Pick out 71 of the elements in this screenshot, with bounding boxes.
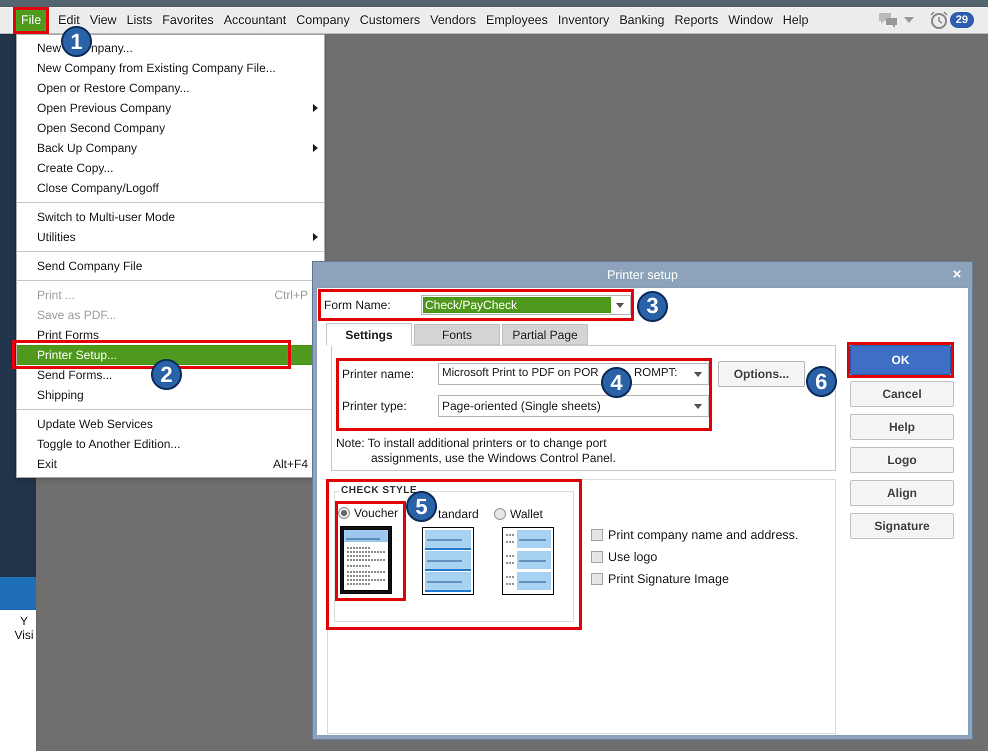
tab[interactable]: Partial Page xyxy=(502,324,588,345)
dialog-button[interactable]: Cancel xyxy=(850,381,954,407)
menu-item[interactable]: Favorites xyxy=(161,12,215,28)
check-style-radio[interactable]: Voucher xyxy=(338,506,398,520)
checkbox-option[interactable]: Print Signature Image xyxy=(591,570,798,588)
checkbox-option[interactable]: Use logo xyxy=(591,548,798,566)
dropdown-arrow-icon xyxy=(694,372,702,376)
menu-item[interactable]: Window xyxy=(727,12,774,28)
sidebar-text: Visi xyxy=(14,628,34,642)
radio-button[interactable] xyxy=(494,508,506,520)
step-badge: 6 xyxy=(806,366,837,397)
menu-entry[interactable]: Switch to Multi-user Mode xyxy=(17,207,324,227)
printer-type-label: Printer type: xyxy=(342,398,408,415)
menu-entry[interactable]: Utilities xyxy=(17,227,324,247)
menu-item[interactable]: Company xyxy=(295,12,351,28)
submenu-arrow-icon xyxy=(313,233,318,241)
menu-item[interactable]: Customers xyxy=(358,12,422,28)
menu-item[interactable]: Reports xyxy=(674,12,720,28)
reminders-count-badge: 29 xyxy=(950,12,974,28)
menu-item[interactable]: Edit xyxy=(57,12,81,28)
menu-entry[interactable]: Create Copy... xyxy=(17,158,324,178)
checkbox[interactable] xyxy=(591,572,603,585)
dialog-button[interactable]: Align xyxy=(850,480,954,506)
menu-item[interactable]: Banking xyxy=(618,12,666,28)
printer-name-label: Printer name: xyxy=(342,366,416,383)
dialog-button[interactable]: Signature xyxy=(850,513,954,539)
alarm-clock-icon[interactable] xyxy=(930,11,948,29)
menu-entry[interactable]: Open Previous Company xyxy=(17,98,324,118)
check-style-radio[interactable]: Wallet xyxy=(494,507,543,521)
chat-icon[interactable] xyxy=(878,12,898,28)
menu-entry[interactable]: Open or Restore Company... xyxy=(17,78,324,98)
step-badge: 1 xyxy=(61,26,92,57)
menu-item[interactable]: Help xyxy=(782,12,810,28)
sidebar-text: Y xyxy=(20,614,28,628)
menu-item[interactable]: Employees xyxy=(485,12,549,28)
menu-entry[interactable]: Open Second Company xyxy=(17,118,324,138)
dropdown-arrow-icon xyxy=(694,404,702,408)
printer-note: Note: To install additional printers or to change port assignments, use the Windows Control Panel. xyxy=(336,436,617,466)
form-name-dropdown[interactable]: Check/PayCheck xyxy=(421,295,631,315)
menu-entry[interactable]: Close Company/Logoff xyxy=(17,178,324,198)
checkbox[interactable] xyxy=(591,529,603,542)
options-button[interactable]: Options... xyxy=(718,361,805,387)
checkbox[interactable] xyxy=(591,551,603,564)
dropdown-arrow-icon xyxy=(616,302,624,308)
tab[interactable]: Settings xyxy=(326,323,412,346)
dialog-button[interactable]: Help xyxy=(850,414,954,440)
form-name-label: Form Name: xyxy=(324,297,392,314)
menu-item[interactable]: Vendors xyxy=(429,12,478,28)
radio-button[interactable] xyxy=(338,507,350,519)
step-badge: 4 xyxy=(601,367,632,398)
dialog-title: Printer setup xyxy=(606,266,679,284)
checkbox-option[interactable]: Print company name and address. xyxy=(591,526,798,545)
step-badge: 2 xyxy=(151,359,182,390)
menu-item[interactable]: Inventory xyxy=(556,12,610,28)
menu-item[interactable]: File xyxy=(16,10,46,30)
submenu-arrow-icon xyxy=(313,104,318,112)
printer-type-dropdown[interactable]: Page-oriented (Single sheets) xyxy=(438,395,709,417)
check-style-label[interactable]: tandard xyxy=(438,507,479,521)
submenu-arrow-icon xyxy=(313,144,318,152)
dialog-button[interactable]: OK xyxy=(850,345,951,375)
menu-item[interactable]: View xyxy=(88,12,118,28)
menu-entry[interactable]: Back Up Company xyxy=(17,138,324,158)
dialog-button[interactable]: Logo xyxy=(850,447,954,473)
menu-item[interactable]: Lists xyxy=(126,12,154,28)
tab[interactable]: Fonts xyxy=(414,324,500,345)
menu-entry[interactable]: New Company from Existing Company File... xyxy=(17,58,324,78)
caret-icon[interactable] xyxy=(904,17,914,23)
step-badge: 3 xyxy=(637,290,668,322)
menu-entry[interactable]: New xyxy=(37,39,62,57)
menu-item[interactable]: Accountant xyxy=(222,12,288,28)
menu-entry[interactable]: npany... xyxy=(91,39,133,57)
